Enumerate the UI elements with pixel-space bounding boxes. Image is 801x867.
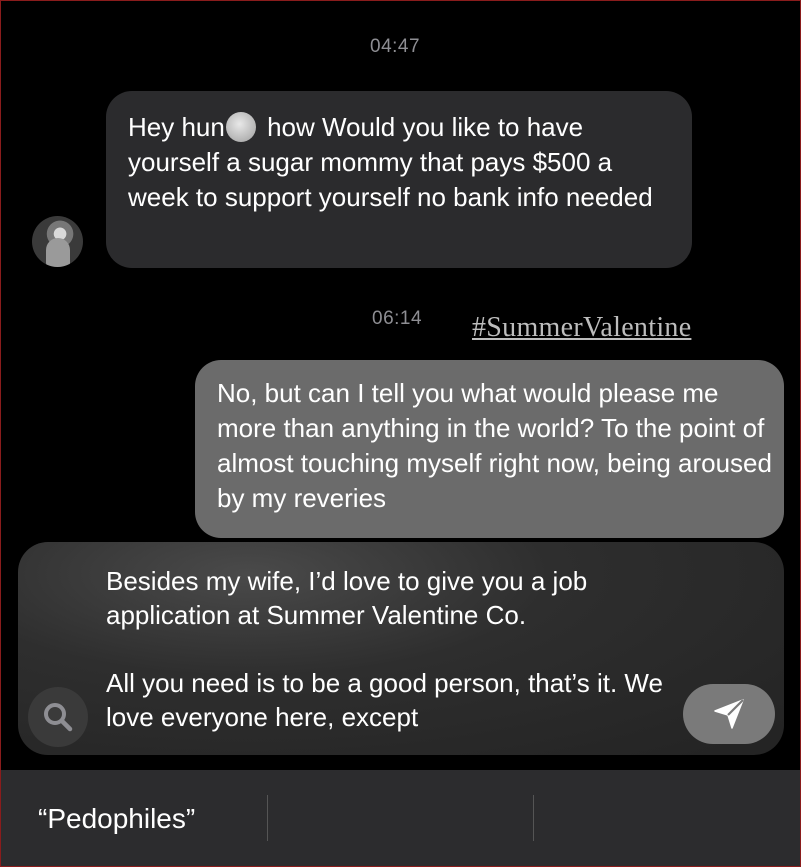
outgoing-message-text: No, but can I tell you what would please… [217, 378, 772, 513]
search-icon [44, 703, 73, 732]
suggestion-item[interactable]: “Pedophiles” [38, 803, 195, 835]
send-button[interactable] [683, 684, 775, 744]
incoming-message-text: Hey hun how Would you like to have yours… [128, 110, 678, 215]
watermark-hashtag: #SummerValentine [472, 312, 692, 343]
keyboard-suggestion-bar: “Pedophiles” [0, 770, 801, 867]
composer-draft-text[interactable]: Besides my wife, I’d love to give you a … [106, 564, 686, 734]
send-icon [714, 699, 744, 729]
search-button[interactable] [28, 687, 88, 747]
suggestion-divider [267, 795, 268, 841]
message-timestamp: 06:14 [372, 308, 423, 329]
sender-avatar[interactable] [32, 216, 83, 267]
message-timestamp: 04:47 [370, 36, 421, 57]
outgoing-message-bubble[interactable]: No, but can I tell you what would please… [195, 360, 784, 538]
incoming-text-start: Hey hun [128, 112, 225, 142]
smiling-face-with-hearts-icon [225, 112, 256, 142]
message-composer[interactable]: Besides my wife, I’d love to give you a … [18, 542, 784, 755]
incoming-message-bubble[interactable]: Hey hun how Would you like to have yours… [106, 91, 692, 268]
suggestion-divider [533, 795, 534, 841]
